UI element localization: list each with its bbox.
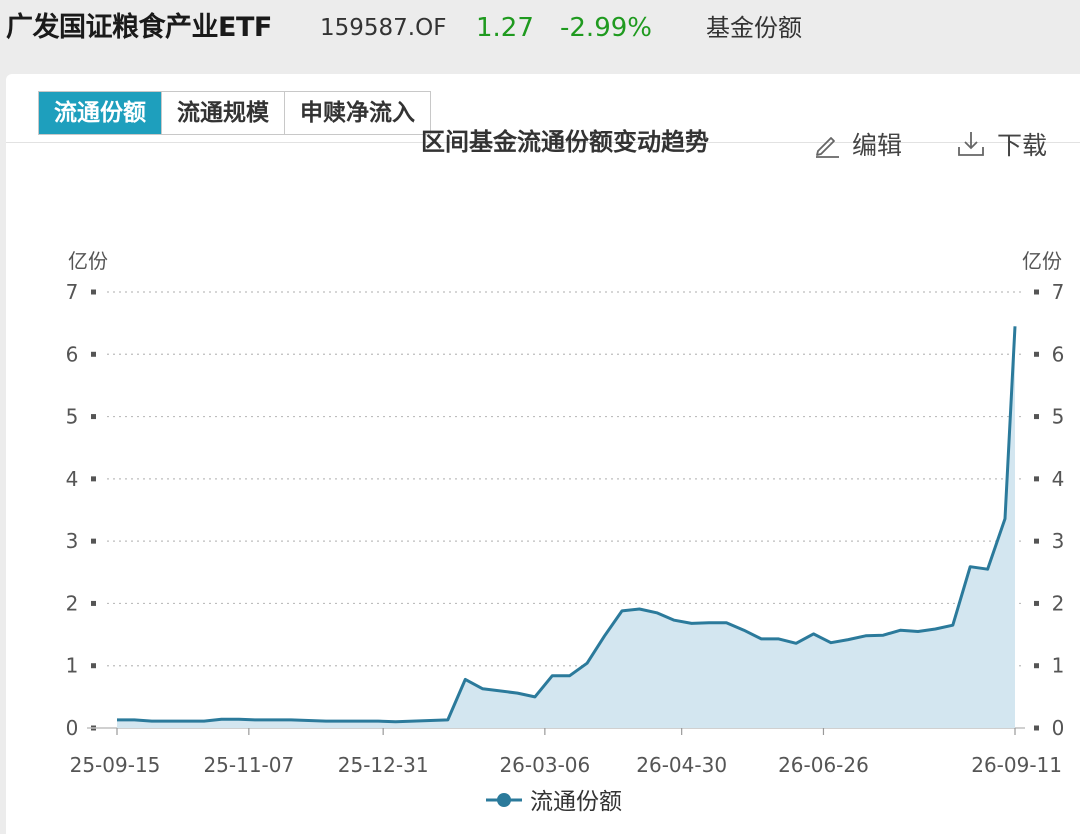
y-tick-label-right: 5 bbox=[1052, 405, 1065, 429]
y-tick-mark-left bbox=[91, 538, 96, 544]
y-tick-label-left: 2 bbox=[66, 591, 79, 615]
y-tick-mark-right bbox=[1034, 725, 1039, 731]
y-tick-label-left: 3 bbox=[66, 529, 79, 553]
y-tick-label-right: 6 bbox=[1052, 342, 1065, 366]
y-tick-mark-right bbox=[1034, 476, 1039, 482]
x-tick-label: 26-04-30 bbox=[636, 753, 727, 777]
x-tick-label: 25-09-15 bbox=[70, 753, 161, 777]
y-tick-label-left: 6 bbox=[66, 342, 79, 366]
x-tick-label: 26-09-11 bbox=[971, 753, 1062, 777]
x-tick-label: 25-12-31 bbox=[338, 753, 429, 777]
y-tick-label-left: 5 bbox=[66, 405, 79, 429]
y-tick-mark-right bbox=[1034, 600, 1039, 606]
y-tick-mark-left bbox=[91, 289, 96, 295]
y-tick-mark-right bbox=[1034, 351, 1039, 357]
y-tick-label-right: 1 bbox=[1052, 654, 1065, 678]
y-tick-mark-right bbox=[1034, 289, 1039, 295]
y-tick-label-right: 0 bbox=[1052, 716, 1065, 740]
y-tick-mark-left bbox=[91, 351, 96, 357]
y-tick-label-left: 7 bbox=[66, 280, 79, 304]
y-axis-unit-right: 亿份 bbox=[1022, 249, 1062, 273]
y-tick-label-left: 4 bbox=[66, 467, 79, 491]
y-tick-label-left: 0 bbox=[66, 716, 79, 740]
series-area bbox=[117, 326, 1015, 728]
x-tick-label: 26-06-26 bbox=[778, 753, 869, 777]
y-tick-mark-right bbox=[1034, 663, 1039, 669]
y-tick-label-right: 3 bbox=[1052, 529, 1065, 553]
y-tick-mark-left bbox=[91, 663, 96, 669]
share-trend-chart: 0 0 1 1 2 2 3 3 4 4 5 5 6 6 7 7 亿份 亿份 25-09-15 25-11-07 25-1… bbox=[66, 249, 1065, 815]
y-tick-label-left: 1 bbox=[66, 654, 79, 678]
y-tick-label-right: 4 bbox=[1052, 467, 1065, 491]
legend-label: 流通份额 bbox=[530, 789, 622, 815]
y-tick-mark-left bbox=[91, 600, 96, 606]
y-tick-label-right: 7 bbox=[1052, 280, 1065, 304]
y-tick-mark-right bbox=[1034, 414, 1039, 420]
y-tick-mark-left bbox=[91, 414, 96, 420]
x-tick-label: 26-03-06 bbox=[499, 753, 590, 777]
y-tick-mark-left bbox=[91, 476, 96, 482]
y-tick-mark-right bbox=[1034, 538, 1039, 544]
x-tick-label: 25-11-07 bbox=[203, 753, 294, 777]
y-tick-label-right: 2 bbox=[1052, 591, 1065, 615]
legend-marker bbox=[497, 793, 511, 807]
y-axis-unit-left: 亿份 bbox=[68, 249, 108, 273]
